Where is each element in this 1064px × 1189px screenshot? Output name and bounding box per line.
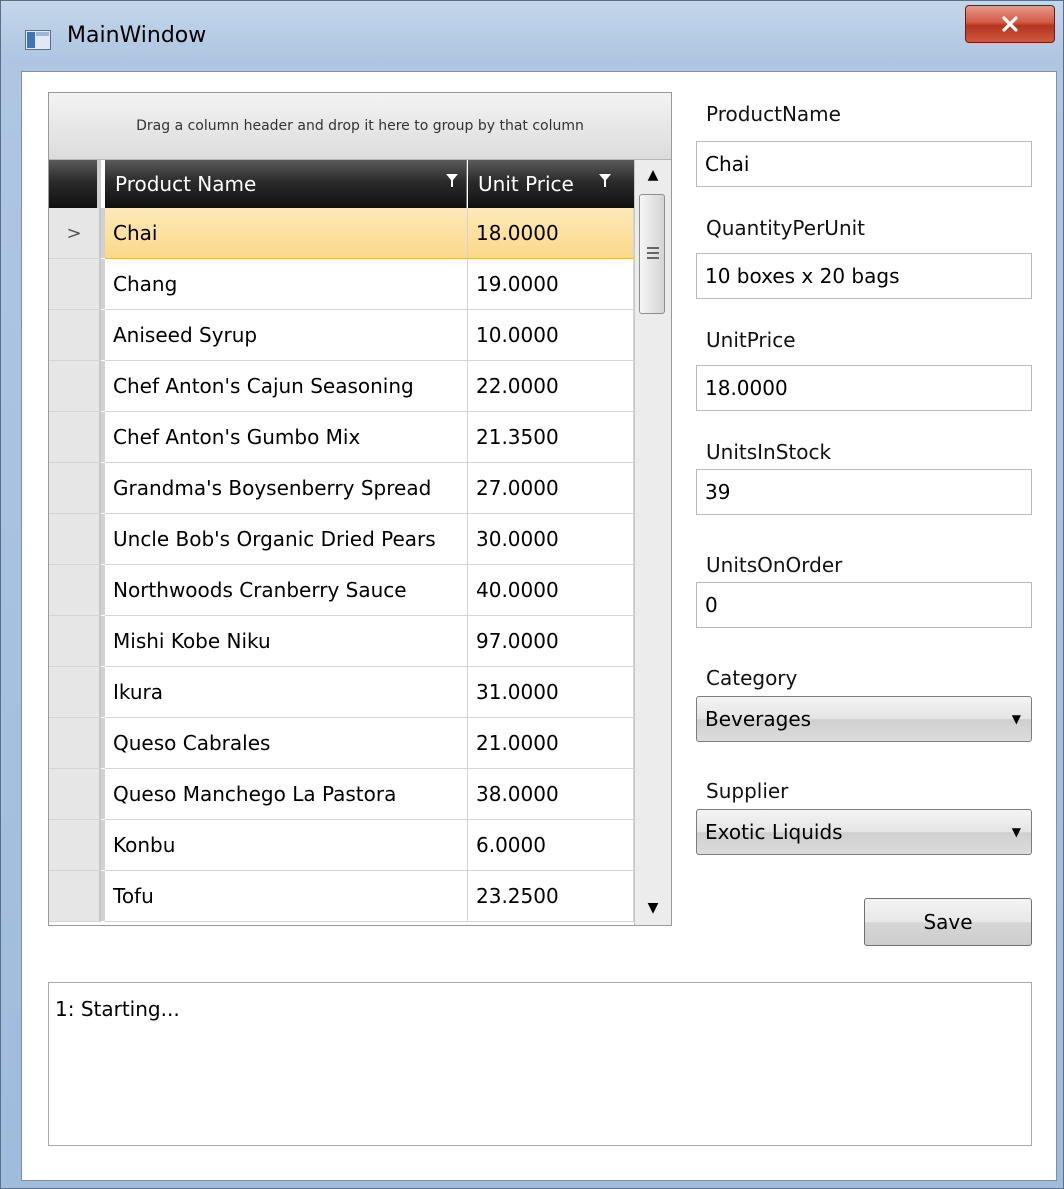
units-on-order-label: UnitsOnOrder — [706, 553, 843, 577]
title-bar[interactable]: MainWindow — [1, 1, 1063, 71]
group-panel-hint: Drag a column header and drop it here to… — [136, 118, 584, 134]
product-name-cell[interactable]: Chai — [105, 208, 468, 259]
filter-icon[interactable] — [598, 172, 612, 190]
row-header[interactable] — [49, 310, 105, 361]
supplier-selected-value: Exotic Liquids — [705, 820, 843, 844]
save-button[interactable]: Save — [864, 898, 1032, 946]
unit-price-cell[interactable]: 22.0000 — [468, 361, 634, 412]
product-name-label: ProductName — [706, 102, 841, 126]
products-grid: Drag a column header and drop it here to… — [48, 92, 672, 926]
product-name-cell[interactable]: Chang — [105, 259, 468, 310]
unit-price-cell[interactable]: 23.2500 — [468, 871, 634, 922]
product-name-cell[interactable]: Ikura — [105, 667, 468, 718]
category-label: Category — [706, 666, 798, 690]
table-row[interactable]: Aniseed Syrup 10.0000 — [49, 310, 634, 361]
table-row[interactable]: Ikura 31.0000 — [49, 667, 634, 718]
unit-price-cell[interactable]: 18.0000 — [468, 208, 634, 259]
unit-price-cell[interactable]: 21.0000 — [468, 718, 634, 769]
table-row[interactable]: Konbu 6.0000 — [49, 820, 634, 871]
window-title: MainWindow — [67, 23, 207, 48]
unit-price-cell[interactable]: 19.0000 — [468, 259, 634, 310]
row-header[interactable] — [49, 412, 105, 463]
row-header[interactable] — [49, 769, 105, 820]
current-row-indicator: > — [66, 222, 82, 244]
filter-icon[interactable] — [445, 172, 459, 190]
table-row[interactable]: Tofu 23.2500 — [49, 871, 634, 922]
column-header-unit-price[interactable]: Unit Price — [468, 160, 634, 208]
table-row[interactable]: Chang 19.0000 — [49, 259, 634, 310]
column-header-label: Unit Price — [478, 172, 574, 196]
scroll-thumb[interactable] — [639, 194, 665, 314]
log-text: 1: Starting... — [55, 997, 180, 1021]
row-header[interactable] — [49, 820, 105, 871]
supplier-label: Supplier — [706, 779, 789, 803]
product-name-cell[interactable]: Chef Anton's Cajun Seasoning — [105, 361, 468, 412]
scroll-up-arrow-icon[interactable]: ▲ — [635, 160, 671, 190]
group-panel[interactable]: Drag a column header and drop it here to… — [49, 93, 671, 160]
quantity-per-unit-field[interactable]: 10 boxes x 20 bags — [696, 253, 1032, 299]
unit-price-cell[interactable]: 31.0000 — [468, 667, 634, 718]
scroll-down-arrow-icon[interactable]: ▼ — [635, 893, 671, 923]
product-name-cell[interactable]: Queso Cabrales — [105, 718, 468, 769]
product-name-cell[interactable]: Chef Anton's Gumbo Mix — [105, 412, 468, 463]
unit-price-cell[interactable]: 21.3500 — [468, 412, 634, 463]
unit-price-cell[interactable]: 38.0000 — [468, 769, 634, 820]
units-on-order-field[interactable]: 0 — [696, 582, 1032, 628]
row-header[interactable] — [49, 871, 105, 922]
chevron-down-icon: ▼ — [1011, 825, 1021, 839]
product-name-cell[interactable]: Queso Manchego La Pastora — [105, 769, 468, 820]
row-header[interactable] — [49, 514, 105, 565]
log-output[interactable]: 1: Starting... — [48, 982, 1032, 1146]
table-row[interactable]: Mishi Kobe Niku 97.0000 — [49, 616, 634, 667]
table-row[interactable]: Grandma's Boysenberry Spread 27.0000 — [49, 463, 634, 514]
close-icon — [1002, 16, 1018, 32]
row-header-corner — [49, 160, 101, 208]
row-header[interactable] — [49, 361, 105, 412]
row-header[interactable] — [49, 565, 105, 616]
units-in-stock-field[interactable]: 39 — [696, 469, 1032, 515]
unit-price-cell[interactable]: 30.0000 — [468, 514, 634, 565]
row-header[interactable] — [49, 667, 105, 718]
row-header[interactable] — [49, 616, 105, 667]
category-dropdown[interactable]: Beverages ▼ — [696, 696, 1032, 742]
row-header[interactable]: > — [49, 208, 105, 259]
row-header[interactable] — [49, 259, 105, 310]
unit-price-cell[interactable]: 97.0000 — [468, 616, 634, 667]
quantity-per-unit-label: QuantityPerUnit — [706, 216, 866, 240]
units-in-stock-label: UnitsInStock — [706, 440, 832, 464]
unit-price-label: UnitPrice — [706, 328, 796, 352]
product-name-cell[interactable]: Grandma's Boysenberry Spread — [105, 463, 468, 514]
unit-price-field[interactable]: 18.0000 — [696, 365, 1032, 411]
product-name-cell[interactable]: Tofu — [105, 871, 468, 922]
unit-price-cell[interactable]: 10.0000 — [468, 310, 634, 361]
product-name-cell[interactable]: Mishi Kobe Niku — [105, 616, 468, 667]
product-name-cell[interactable]: Konbu — [105, 820, 468, 871]
unit-price-cell[interactable]: 27.0000 — [468, 463, 634, 514]
product-name-field[interactable]: Chai — [696, 141, 1032, 187]
unit-price-cell[interactable]: 40.0000 — [468, 565, 634, 616]
category-selected-value: Beverages — [705, 707, 812, 731]
column-header-product-name[interactable]: Product Name — [105, 160, 467, 208]
product-name-cell[interactable]: Aniseed Syrup — [105, 310, 468, 361]
product-name-cell[interactable]: Northwoods Cranberry Sauce — [105, 565, 468, 616]
chevron-down-icon: ▼ — [1011, 712, 1021, 726]
table-row[interactable]: Chef Anton's Cajun Seasoning 22.0000 — [49, 361, 634, 412]
table-row[interactable]: Queso Manchego La Pastora 38.0000 — [49, 769, 634, 820]
supplier-dropdown[interactable]: Exotic Liquids ▼ — [696, 809, 1032, 855]
window-icon — [25, 30, 51, 50]
table-row[interactable]: Queso Cabrales 21.0000 — [49, 718, 634, 769]
close-button[interactable] — [965, 5, 1055, 43]
row-header[interactable] — [49, 463, 105, 514]
table-row[interactable]: Uncle Bob's Organic Dried Pears 30.0000 — [49, 514, 634, 565]
table-row[interactable]: > Chai 18.0000 — [49, 208, 634, 259]
vertical-scrollbar[interactable]: ▲ ▼ — [634, 160, 671, 925]
table-row[interactable]: Chef Anton's Gumbo Mix 21.3500 — [49, 412, 634, 463]
column-header-label: Product Name — [115, 172, 257, 196]
table-row[interactable]: Northwoods Cranberry Sauce 40.0000 — [49, 565, 634, 616]
unit-price-cell[interactable]: 6.0000 — [468, 820, 634, 871]
product-name-cell[interactable]: Uncle Bob's Organic Dried Pears — [105, 514, 468, 565]
row-header[interactable] — [49, 718, 105, 769]
